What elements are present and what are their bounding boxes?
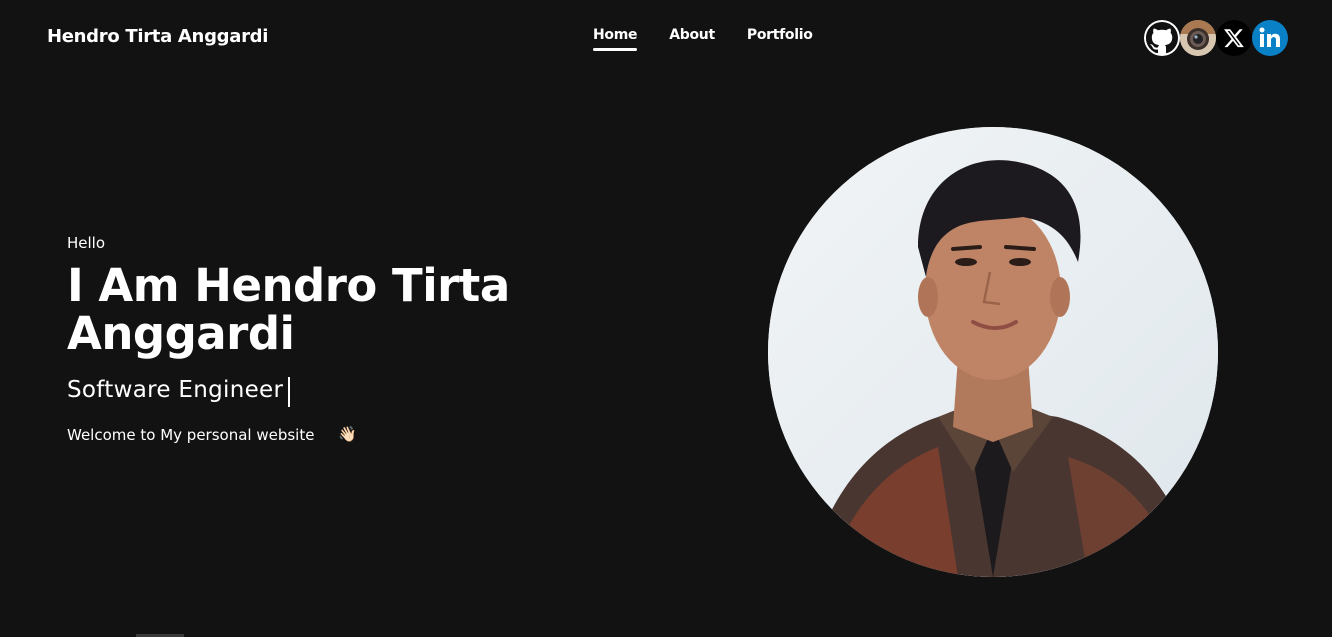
main-nav: Home About Portfolio xyxy=(593,27,845,51)
profile-photo xyxy=(768,127,1218,577)
hero-greeting: Hello xyxy=(67,234,106,252)
linkedin-icon[interactable] xyxy=(1252,20,1288,56)
hero-role: Software Engineer xyxy=(67,377,284,403)
page: Hendro Tirta Anggardi Home About Portfol… xyxy=(0,0,1332,637)
nav-home[interactable]: Home xyxy=(593,27,638,51)
nav-about[interactable]: About xyxy=(669,27,715,43)
site-brand[interactable]: Hendro Tirta Anggardi xyxy=(47,26,268,47)
instagram-icon[interactable] xyxy=(1180,20,1216,56)
nav-portfolio[interactable]: Portfolio xyxy=(747,27,813,43)
hero-headline: I Am Hendro Tirta Anggardi xyxy=(67,259,510,360)
hero-welcome: Welcome to My personal website xyxy=(67,426,315,444)
wave-emoji-icon: 👋🏻 xyxy=(338,425,357,443)
typing-caret xyxy=(288,377,290,407)
social-links xyxy=(1144,20,1288,56)
github-icon[interactable] xyxy=(1144,20,1180,56)
x-icon[interactable] xyxy=(1216,20,1252,56)
